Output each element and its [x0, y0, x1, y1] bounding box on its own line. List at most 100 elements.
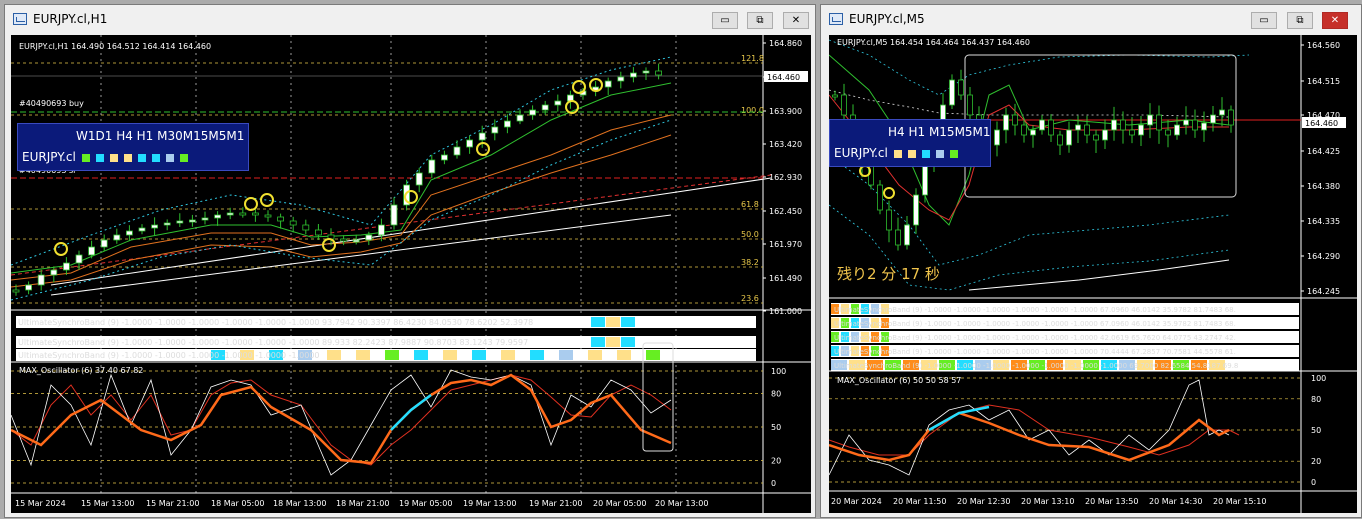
candle-body — [428, 159, 436, 174]
band-cell — [646, 350, 660, 360]
time-label: 20 Mar 11:50 — [893, 497, 946, 506]
candle-body — [365, 234, 373, 241]
signal-circle — [883, 187, 895, 199]
candle-body — [541, 104, 549, 111]
band-cell — [606, 337, 620, 347]
time-label: 19 Mar 13:00 — [463, 499, 516, 508]
price-label: 164.425 — [1307, 147, 1340, 156]
legend-status-square — [935, 149, 944, 158]
fib-level-label: 61.8 — [741, 200, 759, 209]
price-label: 164.380 — [1307, 182, 1340, 191]
band-cell — [356, 350, 370, 360]
band-cell — [327, 350, 341, 360]
candle-body — [886, 209, 892, 231]
price-label: 161.490 — [769, 274, 802, 283]
candle-body — [1030, 129, 1036, 136]
close-button[interactable]: ✕ — [1322, 12, 1348, 29]
oscillator-label: MAX_Oscillator (6) 37.40 67.82 — [19, 366, 144, 375]
legend-status-square — [179, 153, 188, 162]
band-row-4: UltimateSynchroBand (9) -1.0000 -1.0000 … — [834, 348, 1236, 356]
candle-body — [201, 217, 209, 221]
candle-body — [516, 114, 524, 122]
signal-circle — [54, 242, 68, 256]
candle-body — [1111, 119, 1117, 131]
title-bar[interactable]: EURJPY.cl,M5 ▭ ⧉ ✕ — [821, 5, 1361, 35]
time-label: 20 Mar 13:00 — [655, 499, 708, 508]
chart-area[interactable]: 164.860164.380163.900163.420162.930162.4… — [11, 35, 811, 513]
time-label: 15 Mar 2024 — [15, 499, 66, 508]
candle-body — [314, 229, 322, 236]
candle-body — [377, 224, 385, 236]
candle-body — [1129, 129, 1135, 136]
candle-body — [188, 219, 196, 223]
candle-body — [453, 146, 461, 156]
time-label: 20 Mar 15:10 — [1213, 497, 1266, 506]
band-mid — [829, 89, 1230, 118]
band-cell — [559, 350, 573, 360]
candle-body — [478, 132, 486, 141]
time-label: 18 Mar 05:00 — [211, 499, 264, 508]
candle-body — [1057, 134, 1063, 146]
trendline-white — [50, 177, 772, 286]
candle-body — [895, 229, 901, 246]
price-label: 161.970 — [769, 240, 802, 249]
candle-body — [1192, 119, 1198, 131]
signal-circle — [322, 238, 336, 252]
time-label: 20 Mar 13:10 — [1021, 497, 1074, 506]
candle-body — [390, 204, 398, 226]
legend-status-squares — [888, 146, 958, 160]
band-cell — [530, 350, 544, 360]
candle-body — [1147, 114, 1153, 126]
legend-status-square — [95, 153, 104, 162]
candle-body — [642, 70, 650, 74]
close-button[interactable]: ✕ — [783, 12, 809, 29]
legend-status-square — [151, 153, 160, 162]
timeframe-legend: W1D1 H4 H1 M30M15M5M1 EURJPY.cl — [17, 123, 249, 171]
price-label: 164.335 — [1307, 217, 1340, 226]
title-bar[interactable]: EURJPY.cl,H1 ▭ ⧉ ✕ — [5, 5, 815, 35]
restore-button[interactable]: ⧉ — [1287, 12, 1313, 29]
candle-body — [25, 284, 33, 291]
legend-status-square — [81, 153, 90, 162]
time-label: 20 Mar 05:00 — [593, 499, 646, 508]
candle-body — [340, 238, 348, 242]
candle-body — [1228, 109, 1234, 126]
osc-signal-line — [829, 411, 1230, 462]
legend-status-square — [949, 149, 958, 158]
chart-area[interactable]: 164.560 164.515 164.470 164.425 164.380 164.3… — [829, 35, 1357, 513]
h1-chart-canvas: 164.860164.380163.900163.420162.930162.4… — [11, 35, 811, 513]
candle-body — [226, 212, 234, 216]
fib-level-label: 23.6 — [741, 294, 759, 303]
minimize-button[interactable]: ▭ — [712, 12, 738, 29]
signal-circle — [476, 142, 490, 156]
minimize-button[interactable]: ▭ — [1251, 12, 1277, 29]
time-label: 19 Mar 05:00 — [399, 499, 452, 508]
candle-body — [554, 100, 562, 106]
fib-level-label: 121.8 — [741, 54, 764, 63]
time-label: 20 Mar 2024 — [831, 497, 882, 506]
time-label: 15 Mar 13:00 — [81, 499, 134, 508]
trendline-white — [50, 214, 672, 296]
legend-timeframes: W1D1 H4 H1 M30M15M5M1 — [76, 129, 245, 143]
candle-body — [1219, 109, 1225, 116]
legend-symbol-text: EURJPY.cl — [834, 146, 888, 160]
candle-body — [503, 120, 511, 128]
candle-body — [214, 214, 222, 219]
oscillator-label: MAX_Oscillator (6) 50 50 58 57 — [837, 376, 962, 385]
candle-body — [1048, 119, 1054, 136]
price-label: 161.000 — [769, 307, 802, 316]
candle-body — [904, 224, 910, 246]
price-label: 163.900 — [769, 107, 802, 116]
chart-window-eurjpy-m5[interactable]: EURJPY.cl,M5 ▭ ⧉ ✕ 164.560 164.515 164.470… — [820, 4, 1362, 518]
restore-button[interactable]: ⧉ — [747, 12, 773, 29]
timeframe-legend: H4 H1 M15M5M1 EURJPY.cl — [829, 119, 991, 167]
legend-status-square — [921, 149, 930, 158]
window-title: EURJPY.cl,H1 — [33, 12, 108, 26]
band-row-3: UltimateSynchroBand (9) -1.0000 -1.0000 … — [18, 351, 320, 360]
chart-window-eurjpy-h1[interactable]: EURJPY.cl,H1 ▭ ⧉ ✕ 164.860164.380163.900… — [4, 4, 816, 518]
time-label: 18 Mar 13:00 — [273, 499, 326, 508]
legend-symbol-text: EURJPY.cl — [22, 150, 76, 164]
signal-circle — [572, 80, 586, 94]
osc-level-label: 20 — [771, 457, 781, 466]
osc-level-label: 100 — [1311, 374, 1326, 383]
